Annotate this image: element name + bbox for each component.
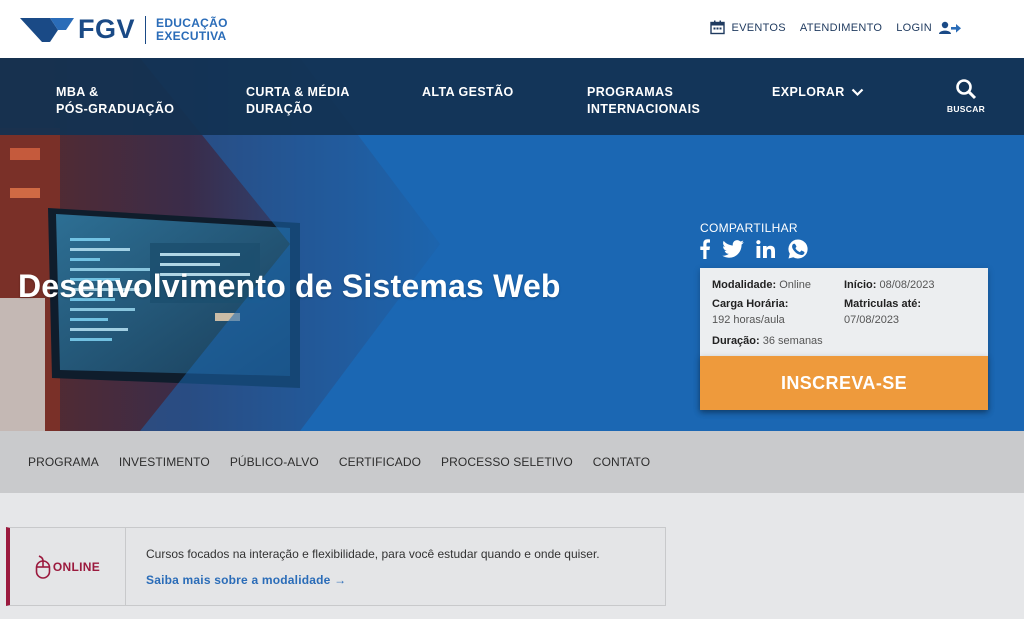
whatsapp-icon[interactable] [788, 239, 808, 259]
subnav-programa[interactable]: PROGRAMA [28, 455, 99, 469]
matriculas-row: Matriculas até: 07/08/2023 [844, 296, 921, 328]
nav-explorar-label: EXPLORAR [772, 85, 845, 99]
top-header: FGV EDUCAÇÃO EXECUTIVA EVENTOS ATENDIMEN… [0, 0, 1024, 58]
share-section: COMPARTILHAR [700, 221, 820, 259]
eventos-link[interactable]: EVENTOS [710, 20, 786, 35]
subnav-certificado[interactable]: CERTIFICADO [339, 455, 421, 469]
subnav-contato[interactable]: CONTATO [593, 455, 650, 469]
modalidade-row: Modalidade: Online [712, 277, 811, 293]
nav-item-alta-gestao[interactable]: ALTA GESTÃO [422, 84, 514, 101]
course-subnav: PROGRAMA INVESTIMENTO PÚBLICO-ALVO CERTI… [0, 431, 1024, 493]
notice-description: Cursos focados na interação e flexibilid… [146, 547, 600, 561]
nav-item-mba[interactable]: MBA & PÓS-GRADUAÇÃO [56, 84, 174, 118]
duracao-row: Duração: 36 semanas [712, 333, 823, 349]
course-title: Desenvolvimento de Sistemas Web [18, 268, 561, 304]
nav-item-mba-line1: MBA & [56, 85, 99, 99]
nav-item-explorar[interactable]: EXPLORAR [772, 84, 864, 101]
subnav-processo-seletivo[interactable]: PROCESSO SELETIVO [441, 455, 573, 469]
inicio-label: Início: [844, 279, 877, 291]
duracao-value: 36 semanas [762, 335, 823, 347]
logo-subtitle-line2: EXECUTIVA [156, 28, 227, 43]
modalidade-value: Online [779, 279, 812, 291]
carga-horaria-value: 192 horas/aula [712, 314, 785, 326]
fgv-logo[interactable]: FGV EDUCAÇÃO EXECUTIVA [20, 14, 228, 45]
online-modality-notice: ONLINE Cursos focados na interação e fle… [6, 527, 666, 606]
logo-subtitle: EDUCAÇÃO EXECUTIVA [156, 15, 228, 43]
matriculas-value: 07/08/2023 [844, 314, 900, 326]
inscreva-se-button[interactable]: INSCREVA-SE [700, 356, 988, 410]
carga-horaria-row: Carga Horária: 192 horas/aula [712, 296, 788, 328]
chevron-down-icon [851, 88, 863, 97]
share-label: COMPARTILHAR [700, 221, 798, 235]
nav-item-alta-line1: ALTA GESTÃO [422, 85, 514, 99]
nav-item-programas-line2: INTERNACIONAIS [587, 102, 701, 116]
atendimento-link[interactable]: ATENDIMENTO [800, 22, 882, 34]
linkedin-icon[interactable] [756, 240, 776, 258]
nav-item-curta-line2: DURAÇÃO [246, 102, 313, 116]
buscar-label: BUSCAR [946, 104, 986, 114]
nav-item-programas-internacionais[interactable]: PROGRAMAS INTERNACIONAIS [587, 84, 700, 118]
main-navbar: MBA & PÓS-GRADUAÇÃO CURTA & MÉDIA DURAÇÃ… [0, 58, 1024, 135]
inicio-row: Início: 08/08/2023 [844, 277, 935, 293]
search-icon [956, 79, 977, 100]
online-badge-label: ONLINE [52, 559, 101, 574]
carga-horaria-label: Carga Horária: [712, 298, 789, 310]
login-label: LOGIN [896, 21, 932, 34]
inicio-value: 08/08/2023 [879, 279, 935, 291]
login-link[interactable]: LOGIN [896, 21, 962, 35]
modalidade-label: Modalidade: [712, 279, 777, 291]
eventos-label: EVENTOS [731, 21, 786, 34]
facebook-icon[interactable] [700, 239, 710, 259]
duracao-label: Duração: [712, 335, 760, 347]
saiba-mais-link[interactable]: Saiba mais sobre a modalidade → [146, 573, 346, 587]
nav-item-programas-line1: PROGRAMAS [587, 85, 674, 99]
subnav-publico-alvo[interactable]: PÚBLICO-ALVO [230, 455, 319, 469]
twitter-icon[interactable] [722, 240, 744, 258]
login-user-icon [939, 21, 961, 34]
mouse-icon [35, 554, 51, 579]
share-icons [700, 239, 820, 259]
atendimento-label: ATENDIMENTO [799, 21, 883, 34]
logo-wordmark: FGV [78, 14, 136, 44]
logo-divider [145, 15, 147, 44]
top-links: EVENTOS ATENDIMENTO LOGIN [696, 20, 962, 35]
logo-subtitle-line1: EDUCAÇÃO [156, 15, 228, 30]
matriculas-label: Matriculas até: [844, 298, 922, 310]
subnav-investimento[interactable]: INVESTIMENTO [119, 455, 210, 469]
fgv-logo-mark-icon [20, 17, 74, 42]
online-badge: ONLINE [10, 528, 126, 605]
calendar-icon [710, 20, 726, 35]
nav-item-curta-line1: CURTA & MÉDIA [246, 85, 350, 99]
hero-banner: MBA & PÓS-GRADUAÇÃO CURTA & MÉDIA DURAÇÃ… [0, 58, 1024, 431]
nav-item-curta-media[interactable]: CURTA & MÉDIA DURAÇÃO [246, 84, 350, 118]
nav-item-mba-line2: PÓS-GRADUAÇÃO [56, 102, 175, 116]
buscar-button[interactable]: BUSCAR [946, 78, 986, 114]
